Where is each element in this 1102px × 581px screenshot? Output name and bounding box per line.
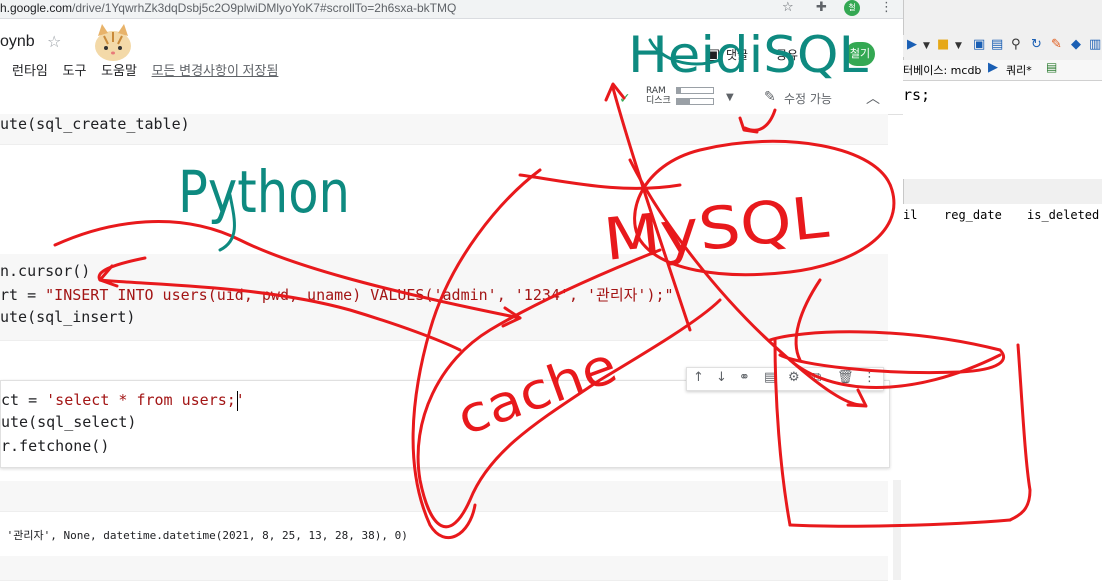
connector-line-2 <box>794 278 822 362</box>
database-box <box>768 330 1006 375</box>
heidisql-arrow-2 <box>743 108 777 132</box>
ink-annotations: HeidiSQL Python MySQL cache <box>53 26 1032 539</box>
python-arrow-2-head <box>98 264 119 288</box>
annotation-cache: cache <box>449 336 624 447</box>
cache-outline-2 <box>411 168 542 539</box>
database-box-right <box>1008 343 1032 522</box>
database-box-bottom <box>788 518 1012 528</box>
python-arrow <box>53 220 522 320</box>
connector-line-4 <box>518 173 682 190</box>
database-box-left <box>773 338 792 527</box>
python-arrow-2 <box>97 256 462 352</box>
annotation-python: Python <box>178 158 350 226</box>
